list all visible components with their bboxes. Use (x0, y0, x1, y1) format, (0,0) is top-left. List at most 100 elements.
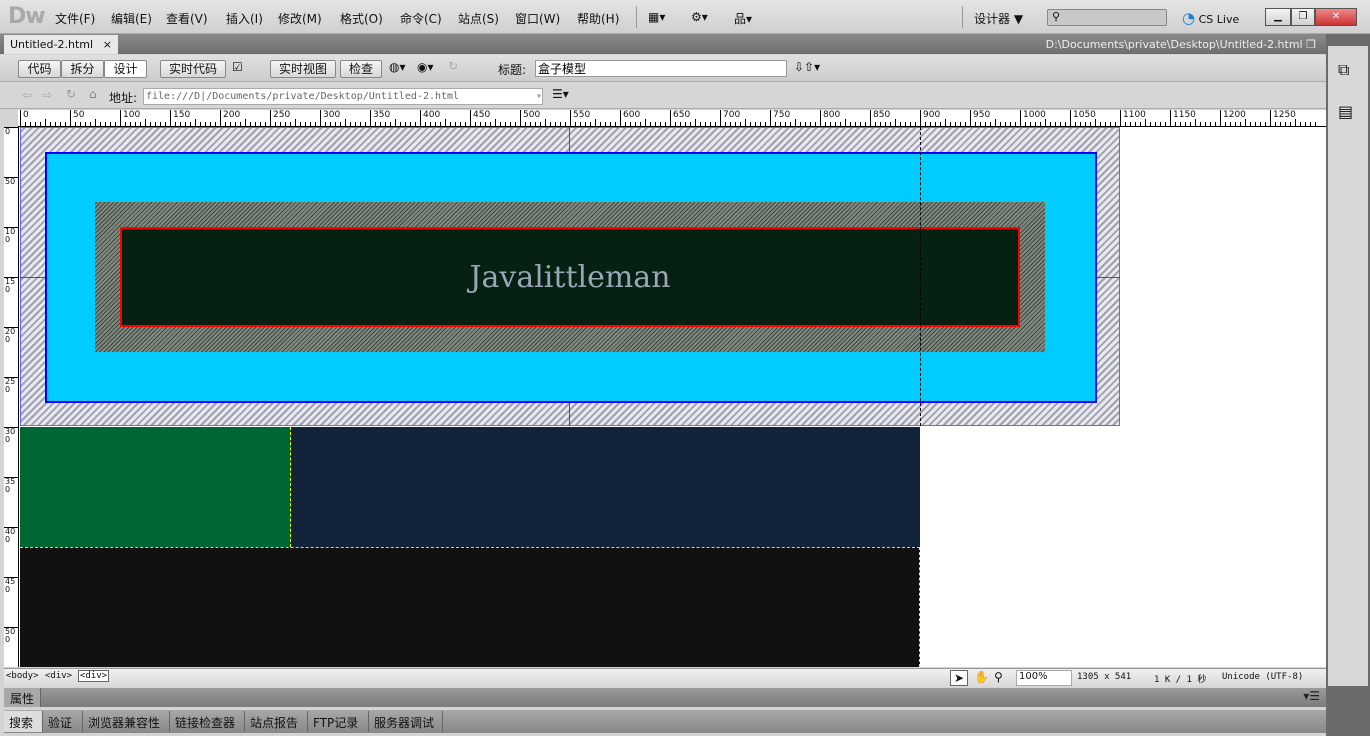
properties-tab[interactable]: 属性 (4, 688, 42, 707)
address-input[interactable]: file:///D|/Documents/private/Desktop/Unt… (143, 88, 543, 105)
ruler-minor-tick (540, 122, 541, 126)
green-div[interactable] (20, 427, 291, 547)
content-box[interactable]: Javalittleman (120, 227, 1020, 327)
close-button[interactable]: ✕ (1315, 8, 1357, 26)
ruler-minor-tick (575, 122, 576, 126)
reload-icon[interactable]: ↻ (66, 87, 76, 101)
menu-item[interactable]: 站点(S) (458, 10, 499, 27)
ruler-minor-tick (135, 122, 136, 126)
ruler-minor-tick (345, 119, 346, 126)
results-tab[interactable]: 服务器调试 (369, 711, 443, 732)
tag-div[interactable]: <div> (45, 671, 72, 681)
ruler-minor-tick (205, 122, 206, 126)
ruler-minor-tick (260, 122, 261, 126)
ruler-minor-tick (580, 122, 581, 126)
ruler-minor-tick (325, 122, 326, 126)
zoom-tool-icon[interactable]: ⚲ (994, 670, 1003, 684)
layout-icon[interactable]: ▦▾ (648, 10, 665, 24)
ruler-minor-tick (1290, 122, 1291, 126)
ruler-minor-tick (1080, 122, 1081, 126)
pointer-tool-icon[interactable]: ➤ (950, 670, 969, 686)
search-input[interactable]: ⚲ (1047, 9, 1167, 26)
file-management-icon[interactable]: ⇩⇧▾ (794, 60, 820, 74)
ruler-minor-tick (330, 122, 331, 126)
check-icon[interactable]: ☑ (232, 60, 243, 74)
results-tab[interactable]: 站点报告 (245, 711, 308, 732)
home-icon[interactable]: ⌂ (89, 87, 97, 101)
ruler-minor-tick (735, 122, 736, 126)
title-input[interactable] (535, 60, 787, 77)
ruler-minor-tick (845, 119, 846, 126)
ruler-minor-tick (455, 122, 456, 126)
results-tab[interactable]: FTP记录 (308, 711, 369, 732)
menu-item[interactable]: 编辑(E) (111, 10, 152, 27)
window-size[interactable]: 1305 x 541 (1077, 672, 1131, 682)
hand-tool-icon[interactable]: ✋ (974, 670, 989, 684)
document-tab[interactable]: Untitled-2.html × (4, 35, 118, 54)
cs-live-button[interactable]: ◔ CS Live (1182, 9, 1239, 27)
ruler-tick: 450 (4, 577, 18, 594)
close-tab-icon[interactable]: × (103, 38, 112, 51)
results-tab[interactable]: 浏览器兼容性 (83, 711, 170, 732)
ruler-minor-tick (695, 119, 696, 126)
ruler-minor-tick (705, 122, 706, 126)
ruler-minor-tick (585, 122, 586, 126)
split-view-button[interactable]: 拆分 (61, 60, 104, 78)
globe-icon[interactable]: ◍▾ (389, 60, 406, 74)
ruler-minor-tick (1110, 122, 1111, 126)
tag-body[interactable]: <body> (6, 671, 39, 681)
ruler-minor-tick (1155, 122, 1156, 126)
ruler-minor-tick (865, 122, 866, 126)
navy-div[interactable] (291, 427, 920, 547)
menu-item[interactable]: 文件(F) (55, 10, 95, 27)
panel-menu-icon[interactable]: ▾☰ (1303, 689, 1320, 703)
ruler-minor-tick (1255, 122, 1256, 126)
ruler-minor-tick (25, 122, 26, 126)
menu-item[interactable]: 命令(C) (400, 10, 442, 27)
menu-item[interactable]: 修改(M) (278, 10, 322, 27)
ruler-minor-tick (95, 119, 96, 126)
ruler-minor-tick (210, 122, 211, 126)
ruler-minor-tick (1150, 122, 1151, 126)
live-code-button[interactable]: 实时代码 (160, 60, 226, 78)
live-view-button[interactable]: 实时视图 (270, 60, 336, 78)
ruler-minor-tick (200, 122, 201, 126)
results-tab[interactable]: 搜索 (4, 711, 43, 732)
view-options-icon[interactable]: ☰▾ (552, 87, 569, 101)
site-icon[interactable]: 品▾ (734, 10, 752, 27)
forward-icon[interactable]: ⇨ (42, 88, 52, 102)
document-path: D:\Documents\private\Desktop\Untitled-2.… (1046, 38, 1316, 51)
css-panel-icon[interactable]: ▤ (1338, 102, 1353, 121)
tag-div-selected[interactable]: <div> (78, 670, 110, 682)
menu-item[interactable]: 格式(O) (340, 10, 383, 27)
workspace-switcher[interactable]: 设计器 ▼ (974, 10, 1023, 27)
minimize-button[interactable]: ▁ (1265, 8, 1291, 26)
restore-button[interactable]: ❐ (1291, 8, 1315, 26)
menu-item[interactable]: 查看(V) (166, 10, 208, 27)
menu-item[interactable]: 窗口(W) (515, 10, 560, 27)
design-view-button[interactable]: 设计 (104, 60, 147, 78)
results-tab[interactable]: 链接检查器 (170, 711, 245, 732)
gear-icon[interactable]: ⚙▾ (691, 10, 708, 24)
results-tab[interactable]: 验证 (43, 711, 83, 732)
menu-item[interactable]: 插入(I) (226, 10, 263, 27)
visual-aids-icon[interactable]: ◉▾ (417, 60, 434, 74)
ruler-minor-tick (445, 119, 446, 126)
chevron-down-icon[interactable]: ▾ (536, 89, 542, 104)
menu-item[interactable]: 帮助(H) (577, 10, 619, 27)
ruler-minor-tick (545, 119, 546, 126)
refresh-icon[interactable]: ↻ (448, 59, 458, 73)
code-view-button[interactable]: 代码 (18, 60, 61, 78)
black-div[interactable] (20, 547, 920, 667)
inspect-button[interactable]: 检查 (340, 60, 382, 78)
restore-doc-icon[interactable]: ❐ (1306, 38, 1316, 51)
back-icon[interactable]: ⇦ (22, 88, 32, 102)
ruler-minor-tick (1015, 122, 1016, 126)
ruler-minor-tick (1185, 122, 1186, 126)
ruler-minor-tick (1165, 122, 1166, 126)
zoom-select[interactable]: 100% (1016, 670, 1072, 686)
design-canvas[interactable]: Javalittleman (19, 127, 1326, 667)
tab-label: Untitled-2.html (10, 38, 94, 51)
address-label: 地址: (109, 91, 138, 105)
insert-panel-icon[interactable]: ⧉ (1338, 60, 1349, 80)
